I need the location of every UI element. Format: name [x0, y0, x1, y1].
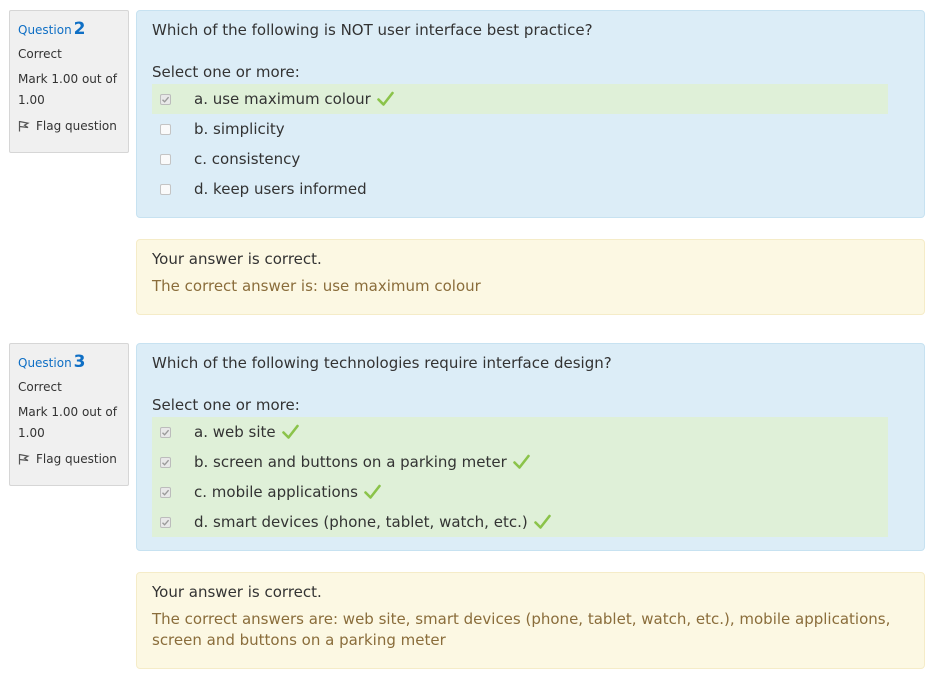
- answer-checkbox[interactable]: [160, 183, 171, 195]
- question-info: Question 2 Correct Mark 1.00 out of 1.00 …: [9, 10, 129, 153]
- checkbox-check-icon: [162, 459, 170, 466]
- question-formulation: Which of the following is NOT user inter…: [136, 10, 925, 218]
- question-state: Correct: [18, 47, 62, 61]
- answer-option[interactable]: b. simplicity: [152, 114, 888, 144]
- checkmark-icon: [377, 91, 394, 106]
- question-grade: Mark 1.00 out of 1.00: [18, 405, 117, 440]
- checkbox-check-icon: [162, 96, 170, 103]
- answer-checkbox[interactable]: [160, 123, 171, 135]
- question-text: Which of the following technologies requ…: [152, 354, 612, 372]
- answer-option[interactable]: a. use maximum colour: [152, 84, 888, 114]
- question-number-value: 3: [73, 352, 86, 372]
- answer-option[interactable]: c. consistency: [152, 144, 888, 174]
- checkbox-check-icon: [162, 429, 170, 436]
- answer-label: c. consistency: [194, 150, 301, 168]
- answer-label: d. smart devices (phone, tablet, watch, …: [194, 513, 528, 531]
- answer-prompt: Select one or more:: [152, 396, 300, 414]
- right-answer: The correct answer is: use maximum colou…: [152, 277, 481, 295]
- answer-checkbox[interactable]: [160, 516, 171, 528]
- checkmark-icon: [512, 454, 530, 469]
- checkmark-icon: [364, 484, 381, 499]
- flag-question-link[interactable]: Flag question: [18, 452, 120, 466]
- answer-prompt: Select one or more:: [152, 63, 300, 81]
- answer-checkbox[interactable]: [160, 153, 171, 165]
- answer-option[interactable]: b. screen and buttons on a parking meter: [152, 447, 888, 477]
- question-number: Question 3: [18, 352, 120, 372]
- checkmark-icon: [533, 514, 551, 529]
- question-number: Question 2: [18, 19, 120, 39]
- right-answer: The correct answers are: web site, smart…: [152, 610, 891, 649]
- general-feedback: Your answer is correct.: [152, 250, 322, 268]
- question-label: Question: [18, 23, 72, 37]
- flag-question-label: Flag question: [36, 119, 117, 133]
- question-grade: Mark 1.00 out of 1.00: [18, 72, 117, 107]
- answer-label: b. screen and buttons on a parking meter: [194, 453, 507, 471]
- answer-checkbox[interactable]: [160, 456, 171, 468]
- question-info: Question 3 Correct Mark 1.00 out of 1.00 …: [9, 343, 129, 486]
- question-feedback: Your answer is correct. The correct answ…: [136, 572, 925, 669]
- answer-label: c. mobile applications: [194, 483, 358, 501]
- checkmark-icon: [281, 424, 299, 439]
- flag-question-link[interactable]: Flag question: [18, 119, 120, 133]
- flag-question-label: Flag question: [36, 452, 117, 466]
- answer-checkbox[interactable]: [160, 426, 171, 438]
- answer-label: a. use maximum colour: [194, 90, 371, 108]
- answer-list: a. web site b. screen and buttons on a p…: [152, 417, 909, 537]
- answer-checkbox[interactable]: [160, 93, 171, 105]
- flag-icon: [18, 120, 30, 132]
- answer-option[interactable]: c. mobile applications: [152, 477, 888, 507]
- answer-list: a. use maximum colour b. simplicity c. c…: [152, 84, 909, 204]
- answer-option[interactable]: a. web site: [152, 417, 888, 447]
- question-text: Which of the following is NOT user inter…: [152, 21, 593, 39]
- question-number-value: 2: [73, 19, 86, 39]
- question-formulation: Which of the following technologies requ…: [136, 343, 925, 551]
- answer-label: d. keep users informed: [194, 180, 367, 198]
- general-feedback: Your answer is correct.: [152, 583, 322, 601]
- question-feedback: Your answer is correct. The correct answ…: [136, 239, 925, 315]
- checkbox-check-icon: [162, 519, 170, 526]
- answer-checkbox[interactable]: [160, 486, 171, 498]
- question-label: Question: [18, 356, 72, 370]
- answer-label: b. simplicity: [194, 120, 285, 138]
- answer-option[interactable]: d. keep users informed: [152, 174, 888, 204]
- answer-option[interactable]: d. smart devices (phone, tablet, watch, …: [152, 507, 888, 537]
- checkbox-check-icon: [162, 489, 170, 496]
- answer-label: a. web site: [194, 423, 276, 441]
- question-state: Correct: [18, 380, 62, 394]
- flag-icon: [18, 453, 30, 465]
